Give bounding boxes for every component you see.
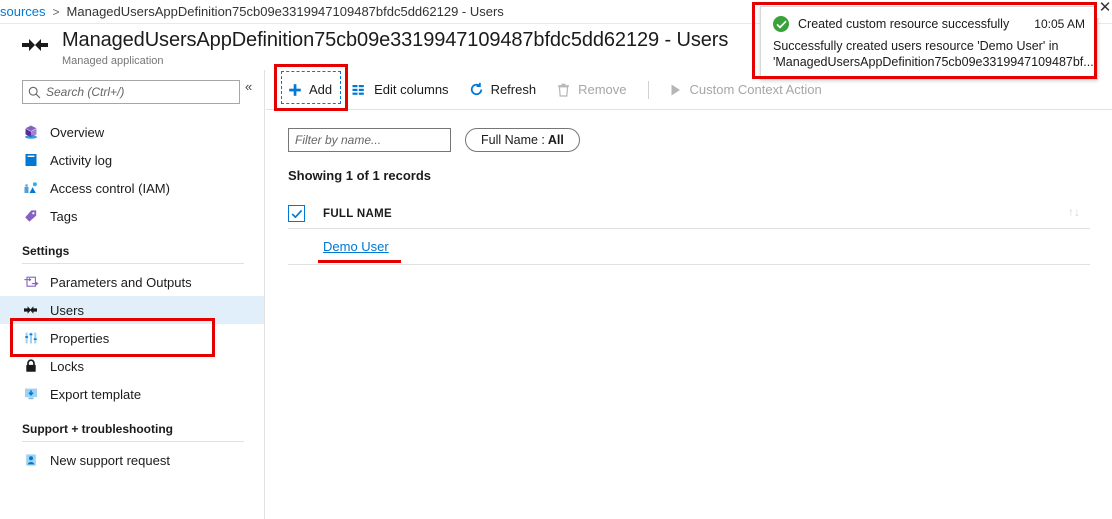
notification-message: Successfully created users resource 'Dem… (773, 38, 1094, 70)
lock-icon (22, 358, 39, 375)
sidebar-item-label: Access control (IAM) (50, 180, 170, 196)
sidebar-item-label: Overview (50, 124, 105, 140)
sidebar-item-users[interactable]: Users (0, 296, 264, 324)
grid-header-row: FULL NAME ↑↓ (288, 199, 1090, 229)
edit-columns-label: Edit columns (374, 82, 449, 97)
sidebar-section-divider (22, 441, 244, 442)
refresh-button[interactable]: Refresh (460, 75, 548, 105)
breadcrumb-current: ManagedUsersAppDefinition75cb09e33199471… (66, 4, 504, 19)
success-check-icon (773, 16, 789, 32)
export-template-icon (22, 386, 39, 403)
trash-icon (556, 82, 571, 97)
sidebar-item-export-template[interactable]: Export template (0, 380, 264, 408)
sidebar-item-label: Tags (50, 208, 78, 224)
full-name-filter-label: Full Name : (481, 133, 545, 147)
sidebar-item-tags[interactable]: Tags (0, 202, 264, 230)
users-icon (22, 302, 39, 319)
search-box[interactable] (22, 80, 240, 104)
remove-label: Remove (578, 82, 627, 97)
sidebar-section-settings-title: Settings (22, 244, 70, 258)
sidebar-item-label: Properties (50, 330, 110, 346)
search-input[interactable] (46, 85, 226, 99)
chevron-double-left-icon[interactable]: « (245, 80, 252, 93)
sidebar-section-divider (22, 263, 244, 264)
sidebar-item-label: Export template (50, 386, 142, 402)
azure-portal-blade: sources > ManagedUsersAppDefinition75cb0… (0, 0, 1112, 519)
sidebar-item-locks[interactable]: Locks (0, 352, 264, 380)
page-title: ManagedUsersAppDefinition75cb09e33199471… (62, 29, 729, 51)
add-button[interactable]: Add (278, 75, 343, 105)
custom-context-action-label: Custom Context Action (689, 82, 822, 97)
main-content: Add Edit columns Refresh Remove Custom C… (266, 70, 1112, 519)
user-name-link[interactable]: Demo User (323, 239, 389, 254)
parameters-icon (22, 274, 39, 291)
sidebar: Overview Activity log (0, 70, 265, 519)
page-subtitle: Managed application (62, 55, 164, 67)
sidebar-nav-top: Overview Activity log Access control (IA… (0, 118, 264, 230)
overview-icon (22, 124, 39, 141)
refresh-label: Refresh (490, 82, 537, 97)
column-header-full-name[interactable]: FULL NAME (323, 208, 392, 220)
records-count: Showing 1 of 1 records (288, 168, 432, 183)
sidebar-item-parameters-and-outputs[interactable]: Parameters and Outputs (0, 268, 264, 296)
sidebar-item-access-control[interactable]: Access control (IAM) (0, 174, 264, 202)
sidebar-item-new-support-request[interactable]: New support request (0, 446, 264, 474)
managed-application-icon (18, 34, 52, 64)
notification-time: 10:05 AM (1034, 17, 1085, 31)
support-request-icon (22, 452, 39, 469)
search-icon (28, 86, 41, 99)
toolbar-divider (647, 80, 649, 99)
properties-icon (22, 330, 39, 347)
users-grid: FULL NAME ↑↓ Demo User (288, 199, 1090, 265)
sidebar-item-label: Locks (50, 358, 84, 374)
sidebar-nav-support: New support request (0, 446, 264, 474)
refresh-icon (469, 82, 484, 97)
play-icon (668, 82, 683, 97)
edit-columns-button[interactable]: Edit columns (343, 75, 459, 105)
notification-toast: Created custom resource successfully 10:… (760, 6, 1098, 80)
plus-icon (287, 82, 302, 97)
sidebar-item-label: Parameters and Outputs (50, 274, 192, 290)
sidebar-item-label: Activity log (50, 152, 113, 168)
sidebar-nav-settings: Parameters and Outputs Users Properties … (0, 268, 264, 408)
columns-icon (352, 82, 367, 97)
sidebar-item-overview[interactable]: Overview (0, 118, 264, 146)
notification-message-line-1: Successfully created users resource 'Dem… (773, 39, 1059, 53)
add-button-label: Add (309, 82, 333, 97)
full-name-filter-value: All (547, 133, 564, 147)
filter-by-name-input[interactable] (288, 128, 451, 152)
access-control-icon (22, 180, 39, 197)
breadcrumb-separator: > (52, 4, 60, 19)
sidebar-search (22, 80, 240, 104)
full-name-filter-pill[interactable]: Full Name : All (465, 128, 580, 152)
sidebar-item-label: Users (50, 302, 84, 318)
notification-title: Created custom resource successfully (798, 17, 1010, 31)
filter-bar: Full Name : All (266, 128, 1112, 152)
close-icon[interactable]: ✕ (1094, 0, 1112, 18)
notification-message-line-2: 'ManagedUsersAppDefinition75cb09e3319947… (773, 55, 1094, 69)
remove-button: Remove (547, 75, 637, 105)
sidebar-section-support-title: Support + troubleshooting (22, 422, 173, 436)
sidebar-item-properties[interactable]: Properties (0, 324, 264, 352)
breadcrumb-root-link[interactable]: sources (0, 4, 46, 19)
sidebar-item-label: New support request (50, 452, 170, 468)
select-all-checkbox[interactable] (288, 205, 305, 222)
activity-log-icon (22, 152, 39, 169)
tag-icon (22, 208, 39, 225)
sort-arrows-icon[interactable]: ↑↓ (1068, 206, 1080, 218)
table-row[interactable]: Demo User (288, 229, 1090, 265)
sidebar-item-activity-log[interactable]: Activity log (0, 146, 264, 174)
notification-header: Created custom resource successfully 10:… (773, 16, 1085, 32)
